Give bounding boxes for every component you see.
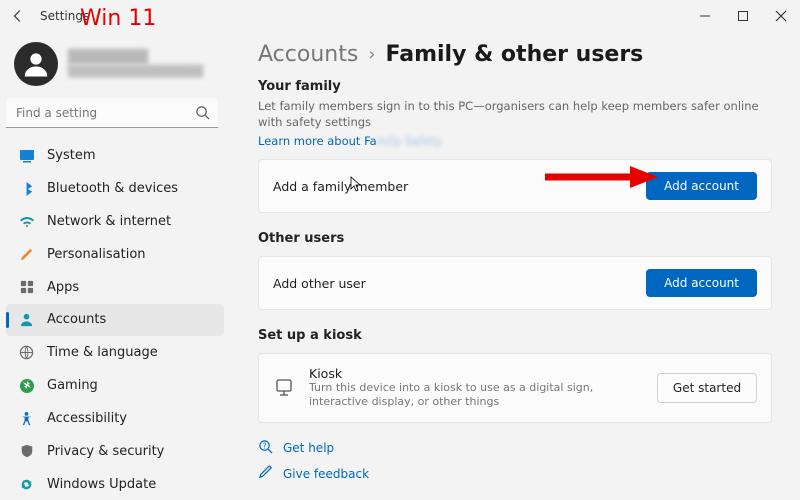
sidebar-item-time-language[interactable]: Time & language xyxy=(6,337,224,369)
kiosk-icon xyxy=(273,377,295,399)
annotation-label: Win 11 xyxy=(80,6,156,31)
sidebar-item-label: Accessibility xyxy=(47,411,127,426)
sidebar-item-label: Windows Update xyxy=(47,477,156,492)
search-input[interactable] xyxy=(6,98,218,128)
profile-email: ████████████████ xyxy=(68,65,203,78)
feedback-icon xyxy=(258,465,273,483)
search-box xyxy=(6,98,218,128)
kiosk-card: Kiosk Turn this device into a kiosk to u… xyxy=(258,353,772,423)
profile-name: ████████ xyxy=(68,50,203,65)
sidebar-item-network[interactable]: Network & internet xyxy=(6,206,224,238)
breadcrumb: Accounts › Family & other users xyxy=(258,42,772,67)
close-button[interactable] xyxy=(762,0,800,32)
avatar xyxy=(14,42,58,86)
sidebar-item-gaming[interactable]: Gaming xyxy=(6,370,224,402)
search-icon xyxy=(195,105,210,124)
globe-icon xyxy=(18,344,35,361)
your-family-heading: Your family xyxy=(258,79,772,94)
kiosk-get-started-button[interactable]: Get started xyxy=(657,373,757,403)
sidebar-item-bluetooth[interactable]: Bluetooth & devices xyxy=(6,173,224,205)
kiosk-description: Turn this device into a kiosk to use as … xyxy=(309,381,643,410)
get-help-link[interactable]: ? Get help xyxy=(258,439,772,457)
system-icon xyxy=(18,147,35,164)
person-icon xyxy=(18,311,35,328)
accessibility-icon xyxy=(18,410,35,427)
breadcrumb-current: Family & other users xyxy=(386,42,644,67)
add-other-user-card: Add other user Add account xyxy=(258,256,772,310)
add-family-member-label: Add a family member xyxy=(273,179,408,194)
give-feedback-label: Give feedback xyxy=(283,467,369,481)
sidebar-item-privacy[interactable]: Privacy & security xyxy=(6,435,224,467)
sidebar-item-label: Network & internet xyxy=(47,214,171,229)
sidebar-item-label: Bluetooth & devices xyxy=(47,181,178,196)
breadcrumb-parent[interactable]: Accounts xyxy=(258,42,358,67)
sidebar-item-label: Privacy & security xyxy=(47,444,164,459)
profile-block[interactable]: ████████ ████████████████ xyxy=(6,36,224,96)
shield-icon xyxy=(18,443,35,460)
sidebar: ████████ ████████████████ System Bluetoo… xyxy=(0,32,230,500)
paintbrush-icon xyxy=(18,246,35,263)
apps-icon xyxy=(18,279,35,296)
help-icon: ? xyxy=(258,439,273,457)
your-family-description: Let family members sign in to this PC—or… xyxy=(258,98,772,130)
sidebar-item-label: System xyxy=(47,148,95,163)
sidebar-item-system[interactable]: System xyxy=(6,140,224,172)
maximize-button[interactable] xyxy=(724,0,762,32)
other-users-heading: Other users xyxy=(258,231,772,246)
sidebar-item-accounts[interactable]: Accounts xyxy=(6,304,224,336)
add-other-user-label: Add other user xyxy=(273,276,366,291)
add-other-account-button[interactable]: Add account xyxy=(646,269,757,297)
sidebar-item-label: Gaming xyxy=(47,378,98,393)
main-content: Accounts › Family & other users Your fam… xyxy=(230,32,800,500)
kiosk-heading: Set up a kiosk xyxy=(258,328,772,343)
add-family-account-button[interactable]: Add account xyxy=(646,172,757,200)
window-controls xyxy=(686,0,800,32)
sidebar-item-label: Personalisation xyxy=(47,247,146,262)
wifi-icon xyxy=(18,213,35,230)
sidebar-item-label: Apps xyxy=(47,280,79,295)
svg-text:?: ? xyxy=(263,441,267,450)
give-feedback-link[interactable]: Give feedback xyxy=(258,465,772,483)
sidebar-item-label: Accounts xyxy=(47,312,106,327)
bluetooth-icon xyxy=(18,180,35,197)
profile-text: ████████ ████████████████ xyxy=(68,50,203,78)
sidebar-item-apps[interactable]: Apps xyxy=(6,271,224,303)
sidebar-item-accessibility[interactable]: Accessibility xyxy=(6,403,224,435)
back-button[interactable] xyxy=(10,8,26,24)
add-family-member-card: Add a family member Add account xyxy=(258,159,772,213)
sidebar-item-personalisation[interactable]: Personalisation xyxy=(6,238,224,270)
help-links: ? Get help Give feedback xyxy=(258,439,772,483)
minimize-button[interactable] xyxy=(686,0,724,32)
gaming-icon xyxy=(18,377,35,394)
chevron-right-icon: › xyxy=(368,44,375,65)
get-help-label: Get help xyxy=(283,441,334,455)
sidebar-item-windows-update[interactable]: Windows Update xyxy=(6,468,224,500)
sidebar-item-label: Time & language xyxy=(47,345,158,360)
learn-more-link[interactable]: Learn more about Family Safety xyxy=(258,134,442,148)
sidebar-nav: System Bluetooth & devices Network & int… xyxy=(6,140,224,500)
update-icon xyxy=(18,476,35,493)
kiosk-title: Kiosk xyxy=(309,366,643,381)
